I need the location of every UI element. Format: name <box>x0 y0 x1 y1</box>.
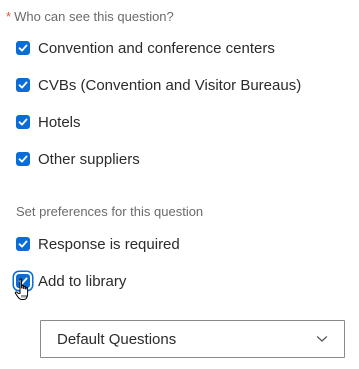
checkbox-checked-icon[interactable] <box>16 152 30 166</box>
preferences-heading: Set preferences for this question <box>16 204 204 219</box>
checkbox-convention-centers[interactable]: Convention and conference centers <box>16 38 275 58</box>
checkbox-label: Convention and conference centers <box>38 39 275 57</box>
visibility-heading-text: Who can see this question? <box>14 9 174 24</box>
checkbox-label: Hotels <box>38 113 81 131</box>
checkbox-label: Add to library <box>38 272 127 290</box>
checkbox-hotels[interactable]: Hotels <box>16 112 81 132</box>
checkbox-other-suppliers[interactable]: Other suppliers <box>16 149 140 169</box>
checkbox-label: Response is required <box>38 235 180 253</box>
checkbox-checked-icon[interactable] <box>16 115 30 129</box>
checkbox-checked-icon[interactable] <box>16 237 30 251</box>
checkbox-label: Other suppliers <box>38 150 140 168</box>
visibility-heading: * Who can see this question? <box>6 9 174 24</box>
checkbox-checked-icon[interactable] <box>16 78 30 92</box>
checkbox-cvbs[interactable]: CVBs (Convention and Visitor Bureaus) <box>16 75 301 95</box>
checkbox-label: CVBs (Convention and Visitor Bureaus) <box>38 76 302 94</box>
required-marker: * <box>6 9 12 24</box>
chevron-down-icon <box>316 336 328 342</box>
library-folder-select-value: Default Questions <box>57 330 177 348</box>
checkbox-checked-icon[interactable] <box>16 274 30 288</box>
checkbox-response-required[interactable]: Response is required <box>16 234 180 254</box>
checkbox-checked-icon[interactable] <box>16 41 30 55</box>
library-folder-select[interactable]: Default Questions <box>40 320 345 358</box>
checkbox-add-to-library[interactable]: Add to library <box>16 271 126 291</box>
